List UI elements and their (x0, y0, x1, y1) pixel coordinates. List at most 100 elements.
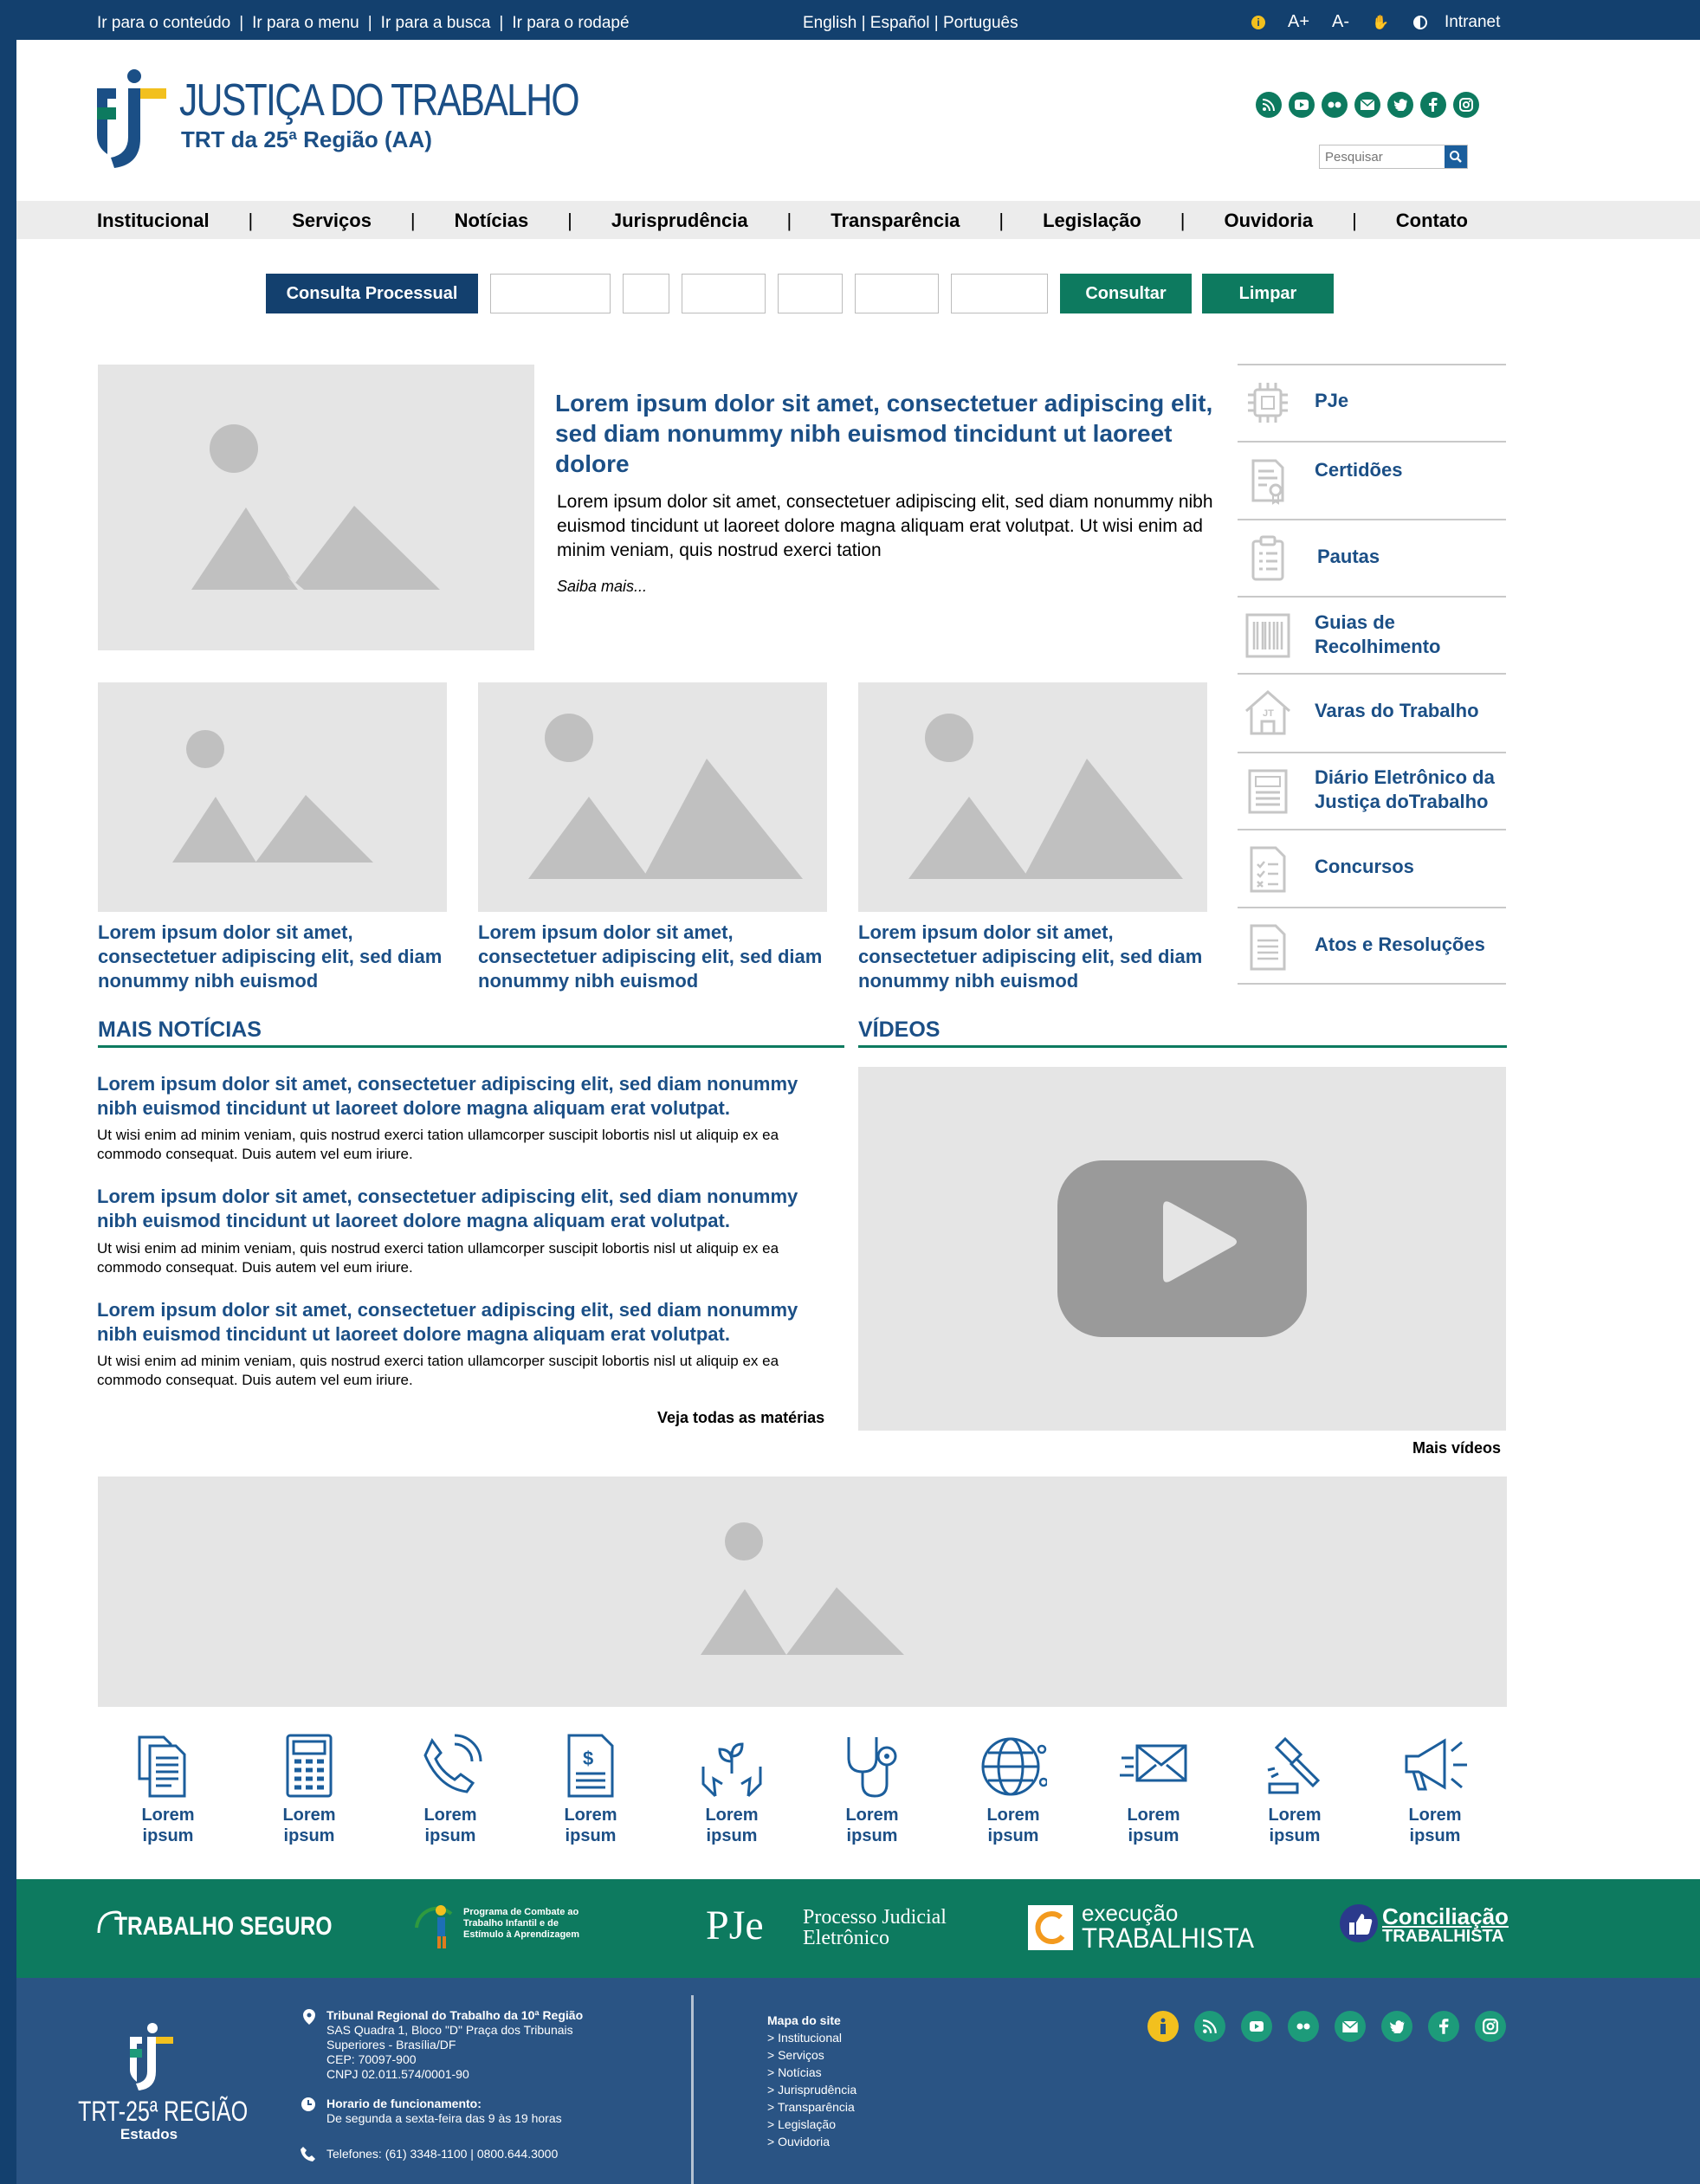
sidebar-item-concursos[interactable]: Concursos (1238, 829, 1506, 907)
phone-icon (423, 1734, 482, 1793)
sidebar-item-guias[interactable]: Guias de Recolhimento (1238, 596, 1506, 673)
facebook-icon[interactable] (1420, 92, 1446, 118)
process-origin-field[interactable] (951, 274, 1048, 313)
news-title[interactable]: Lorem ipsum dolor sit amet, consectetuer… (97, 1072, 842, 1121)
more-videos-link[interactable]: Mais vídeos (1412, 1439, 1501, 1457)
sidebar-item-certidoes[interactable]: Certidões (1238, 441, 1506, 519)
news-section-title: MAIS NOTÍCIAS (98, 1018, 262, 1042)
nav-separator: | (999, 210, 1005, 231)
skip-to-search-link[interactable]: Ir para a busca (381, 14, 491, 32)
youtube-icon[interactable] (1289, 92, 1315, 118)
execucao-trabalhista-logo[interactable]: execução TRABALHISTA (1028, 1902, 1254, 1955)
search-input[interactable] (1320, 145, 1445, 168)
service-item[interactable]: Lorem ipsum (824, 1732, 920, 1846)
contrast-icon[interactable] (1412, 15, 1427, 29)
process-segment-field[interactable] (778, 274, 843, 313)
process-region-field[interactable] (855, 274, 939, 313)
service-item[interactable]: Lorem ipsum (1106, 1732, 1201, 1846)
service-item[interactable]: Lorem ipsum (1247, 1732, 1342, 1846)
sitemap-link-institucional[interactable]: > Institucional (767, 2029, 856, 2046)
sitemap-link-transparencia[interactable]: > Transparência (767, 2098, 856, 2116)
news-text: Ut wisi enim ad minim veniam, quis nostr… (97, 1353, 779, 1388)
sitemap-link-ouvidoria[interactable]: > Ouvidoria (767, 2133, 856, 2150)
skip-to-content-link[interactable]: Ir para o conteúdo (97, 14, 230, 32)
sitemap-link-jurisprudencia[interactable]: > Jurisprudência (767, 2081, 856, 2098)
email-icon[interactable] (1354, 92, 1380, 118)
service-item[interactable]: $ Lorem ipsum (543, 1732, 638, 1846)
limpar-button[interactable]: Limpar (1202, 274, 1334, 313)
sitemap-link-servicos[interactable]: > Serviços (767, 2046, 856, 2064)
service-item[interactable]: Lorem ipsum (1387, 1732, 1483, 1846)
sidebar-item-varas[interactable]: JT Varas do Trabalho (1238, 673, 1506, 752)
process-year-field[interactable] (682, 274, 766, 313)
footer-logo[interactable]: TRT-25ª REGIÃO Estados (78, 2023, 248, 2143)
rss-icon[interactable] (1194, 2011, 1225, 2042)
nav-item-servicos[interactable]: Serviços (292, 210, 372, 232)
twitter-icon[interactable] (1381, 2011, 1412, 2042)
site-logo[interactable]: JUSTIÇA DO TRABALHO TRT da 25ª Região (A… (97, 69, 580, 173)
skip-to-footer-link[interactable]: Ir para o rodapé (512, 14, 629, 32)
rss-icon[interactable] (1256, 92, 1282, 118)
sidebar-item-pje[interactable]: PJe (1238, 364, 1506, 441)
instagram-icon[interactable] (1453, 92, 1479, 118)
email-icon[interactable] (1335, 2011, 1366, 2042)
partner-text: TRABALHISTA (1082, 1922, 1255, 1954)
font-increase-button[interactable]: A+ (1288, 12, 1309, 32)
sidebar-item-diario[interactable]: Diário Eletrônico da Justiça doTrabalho (1238, 752, 1506, 829)
footer-hours: Horario de funcionamento: De segunda a s… (326, 2097, 562, 2126)
info-icon[interactable]: i (1251, 15, 1265, 29)
sign-language-icon[interactable]: ✋ (1372, 14, 1389, 31)
skip-to-menu-link[interactable]: Ir para o menu (252, 14, 359, 32)
conciliacao-trabalhista-logo[interactable]: Conciliação TRABALHISTA (1339, 1903, 1509, 1948)
sitemap-link-legislacao[interactable]: > Legislação (767, 2116, 856, 2133)
programa-trabalho-infantil-logo[interactable]: Programa de Combate ao Trabalho Infantil… (408, 1902, 579, 1956)
nav-item-ouvidoria[interactable]: Ouvidoria (1224, 210, 1313, 232)
flickr-icon[interactable] (1322, 92, 1348, 118)
service-item[interactable]: Lorem ipsum (684, 1732, 779, 1846)
process-digit-field[interactable] (623, 274, 669, 313)
separator: | (239, 14, 244, 32)
twitter-icon[interactable] (1387, 92, 1413, 118)
feature-image[interactable] (98, 365, 534, 650)
nav-item-legislacao[interactable]: Legislação (1043, 210, 1141, 232)
nav-item-transparencia[interactable]: Transparência (831, 210, 960, 232)
intranet-link[interactable]: Intranet (1445, 13, 1500, 32)
feature-title[interactable]: Lorem ipsum dolor sit amet, consectetuer… (555, 388, 1222, 479)
facebook-icon[interactable] (1428, 2011, 1459, 2042)
info-icon[interactable] (1147, 2011, 1179, 2042)
video-player[interactable] (858, 1067, 1506, 1431)
nav-separator: | (410, 210, 416, 231)
process-number-field[interactable] (490, 274, 611, 313)
nav-separator: | (248, 210, 254, 231)
play-icon[interactable] (858, 1067, 1506, 1431)
card-caption[interactable]: Lorem ipsum dolor sit amet, consectetuer… (858, 921, 1205, 993)
instagram-icon[interactable] (1475, 2011, 1506, 2042)
service-item[interactable]: Lorem ipsum (966, 1732, 1061, 1846)
font-decrease-button[interactable]: A- (1332, 12, 1349, 32)
search-button[interactable] (1445, 145, 1467, 168)
card-caption[interactable]: Lorem ipsum dolor sit amet, consectetuer… (478, 921, 824, 993)
news-title[interactable]: Lorem ipsum dolor sit amet, consectetuer… (97, 1298, 842, 1347)
flickr-icon[interactable] (1288, 2011, 1319, 2042)
card-image[interactable] (478, 682, 827, 912)
service-item[interactable]: Lorem ipsum (403, 1732, 498, 1846)
card-image[interactable] (858, 682, 1207, 912)
consultar-button[interactable]: Consultar (1060, 274, 1192, 313)
news-title[interactable]: Lorem ipsum dolor sit amet, consectetuer… (97, 1185, 842, 1233)
card-caption[interactable]: Lorem ipsum dolor sit amet, consectetuer… (98, 921, 444, 993)
youtube-icon[interactable] (1241, 2011, 1272, 2042)
service-item[interactable]: Lorem ipsum (120, 1732, 216, 1846)
nav-item-institucional[interactable]: Institucional (97, 210, 210, 232)
feature-more-link[interactable]: Saiba mais... (557, 578, 647, 596)
sidebar-item-pautas[interactable]: Pautas (1238, 519, 1506, 596)
nav-item-noticias[interactable]: Notícias (455, 210, 529, 232)
nav-item-jurisprudencia[interactable]: Jurisprudência (611, 210, 748, 232)
service-item[interactable]: Lorem ipsum (262, 1732, 357, 1846)
banner-image[interactable] (98, 1476, 1507, 1707)
language-selector[interactable]: English | Español | Português (803, 14, 1018, 33)
sidebar-item-atos[interactable]: Atos e Resoluções (1238, 907, 1506, 985)
card-image[interactable] (98, 682, 447, 912)
sitemap-link-noticias[interactable]: > Notícias (767, 2064, 856, 2081)
nav-item-contato[interactable]: Contato (1396, 210, 1468, 232)
all-news-link[interactable]: Veja todas as matérias (657, 1409, 824, 1427)
